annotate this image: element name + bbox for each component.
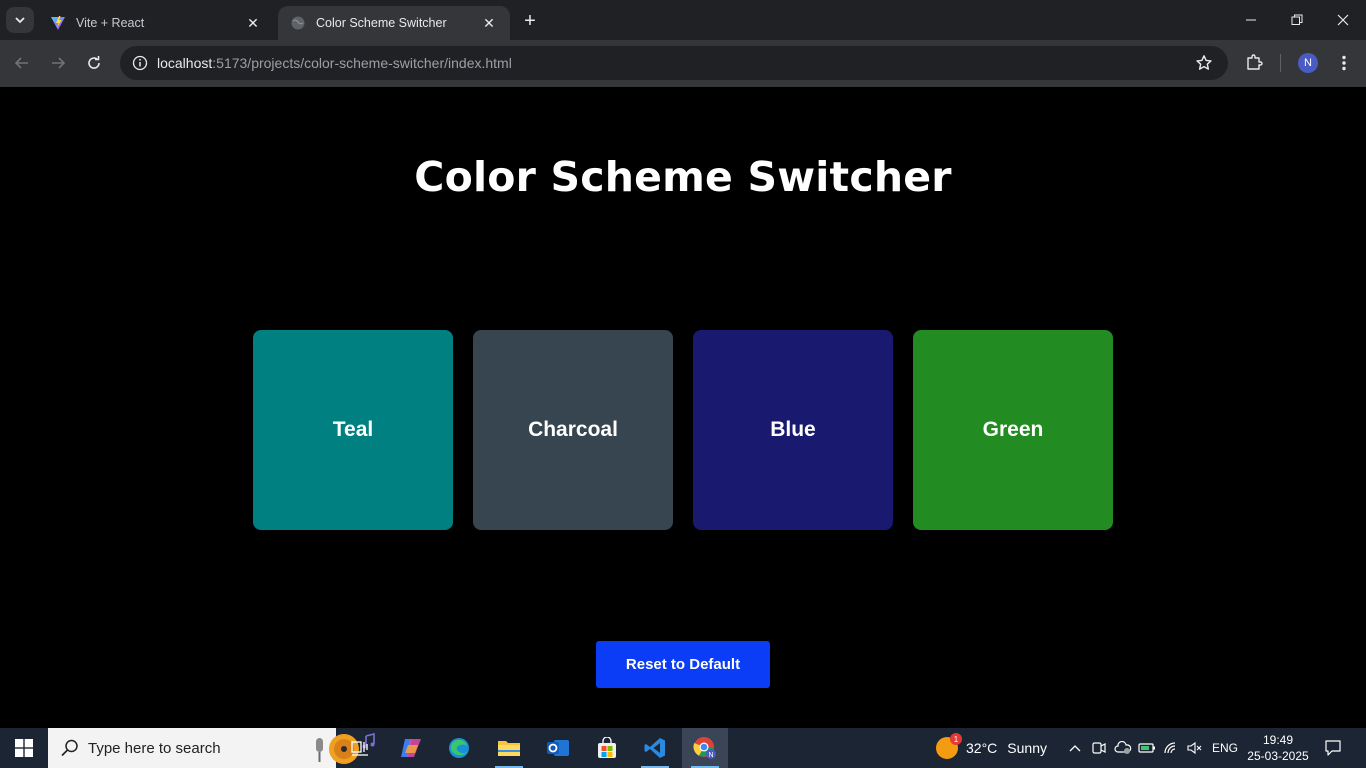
speaker-muted-icon[interactable] — [1185, 738, 1205, 758]
more-options-icon[interactable] — [1334, 53, 1354, 73]
tab-search-button[interactable] — [6, 7, 34, 33]
outlook-icon[interactable] — [535, 728, 581, 768]
globe-icon — [290, 15, 306, 31]
swatch-blue[interactable]: Blue — [693, 330, 893, 530]
bookmark-star-icon[interactable] — [1194, 53, 1214, 73]
sunny-weather-icon: 1 — [936, 733, 962, 759]
swatch-teal[interactable]: Teal — [253, 330, 453, 530]
page-title: Color Scheme Switcher — [414, 153, 952, 201]
address-bar[interactable]: localhost:5173/projects/color-scheme-swi… — [120, 46, 1228, 80]
forward-arrow-icon[interactable] — [44, 49, 72, 77]
extensions-puzzle-icon[interactable] — [1242, 50, 1266, 74]
edge-browser-icon[interactable] — [436, 728, 482, 768]
url-host: localhost — [157, 55, 213, 71]
search-placeholder: Type here to search — [88, 740, 221, 757]
input-language[interactable]: ENG — [1212, 741, 1238, 755]
taskbar-search-box[interactable]: Type here to search — [48, 728, 375, 768]
tab-label: Color Scheme Switcher — [316, 16, 447, 30]
task-view-icon[interactable] — [337, 728, 383, 768]
new-tab-plus-icon[interactable]: + — [518, 9, 542, 33]
minimize-icon[interactable] — [1228, 0, 1274, 40]
vite-icon — [50, 15, 66, 31]
system-clock[interactable]: 19:49 25-03-2025 — [1244, 732, 1312, 764]
battery-charging-icon[interactable] — [1137, 738, 1157, 758]
toolbar-divider — [1280, 54, 1281, 72]
chrome-icon[interactable]: N — [682, 728, 728, 768]
vscode-icon[interactable] — [632, 728, 678, 768]
weather-condition: Sunny — [1007, 740, 1047, 756]
close-window-icon[interactable] — [1320, 0, 1366, 40]
svg-text:N: N — [708, 752, 713, 759]
swatch-charcoal[interactable]: Charcoal — [473, 330, 673, 530]
tab-close-icon[interactable]: ✕ — [244, 14, 262, 32]
swatch-label: Green — [982, 418, 1044, 441]
tab-strip: Vite + React ✕ Color Scheme Switcher ✕ + — [0, 0, 1366, 40]
tab-label: Vite + React — [76, 16, 145, 30]
back-arrow-icon[interactable] — [8, 49, 36, 77]
notification-center-icon[interactable] — [1320, 736, 1346, 760]
file-explorer-icon[interactable] — [486, 728, 532, 768]
meet-now-camera-icon[interactable] — [1089, 738, 1109, 758]
windows-taskbar: Type here to search N 1 32°C Sunny ENG 1… — [0, 728, 1366, 768]
weather-widget[interactable]: 1 32°C Sunny — [936, 733, 1047, 760]
microsoft-store-icon[interactable] — [584, 728, 630, 768]
tab-close-icon[interactable]: ✕ — [480, 14, 498, 32]
swatch-label: Teal — [332, 418, 374, 441]
browser-toolbar: localhost:5173/projects/color-scheme-swi… — [0, 40, 1366, 87]
show-hidden-icons-chevron-icon[interactable] — [1065, 738, 1085, 758]
tab-vite-react[interactable]: Vite + React ✕ — [38, 6, 274, 40]
windows-start-icon[interactable] — [0, 728, 48, 768]
url-text: localhost:5173/projects/color-scheme-swi… — [157, 55, 512, 71]
profile-avatar[interactable]: N — [1298, 53, 1318, 73]
copilot-icon[interactable] — [388, 728, 434, 768]
clock-date: 25-03-2025 — [1247, 749, 1309, 763]
onedrive-cloud-icon[interactable] — [1113, 738, 1133, 758]
tab-color-scheme-switcher[interactable]: Color Scheme Switcher ✕ — [278, 6, 510, 40]
site-info-icon[interactable] — [128, 51, 152, 75]
chevron-down-icon — [15, 17, 25, 24]
swatch-label: Charcoal — [528, 418, 618, 441]
url-path: :5173/projects/color-scheme-switcher/ind… — [212, 55, 512, 71]
weather-temperature: 32°C — [966, 740, 998, 756]
restore-icon[interactable] — [1274, 0, 1320, 40]
swatch-green[interactable]: Green — [913, 330, 1113, 530]
weather-alert-badge: 1 — [950, 733, 962, 745]
reload-icon[interactable] — [80, 49, 108, 77]
reset-to-default-button[interactable]: Reset to Default — [596, 641, 770, 688]
clock-time: 19:49 — [1262, 733, 1294, 747]
search-icon — [61, 739, 78, 757]
swatch-label: Blue — [770, 418, 816, 441]
page-content: Color Scheme Switcher Teal Charcoal Blue… — [0, 87, 1366, 728]
wifi-network-icon[interactable] — [1161, 738, 1181, 758]
